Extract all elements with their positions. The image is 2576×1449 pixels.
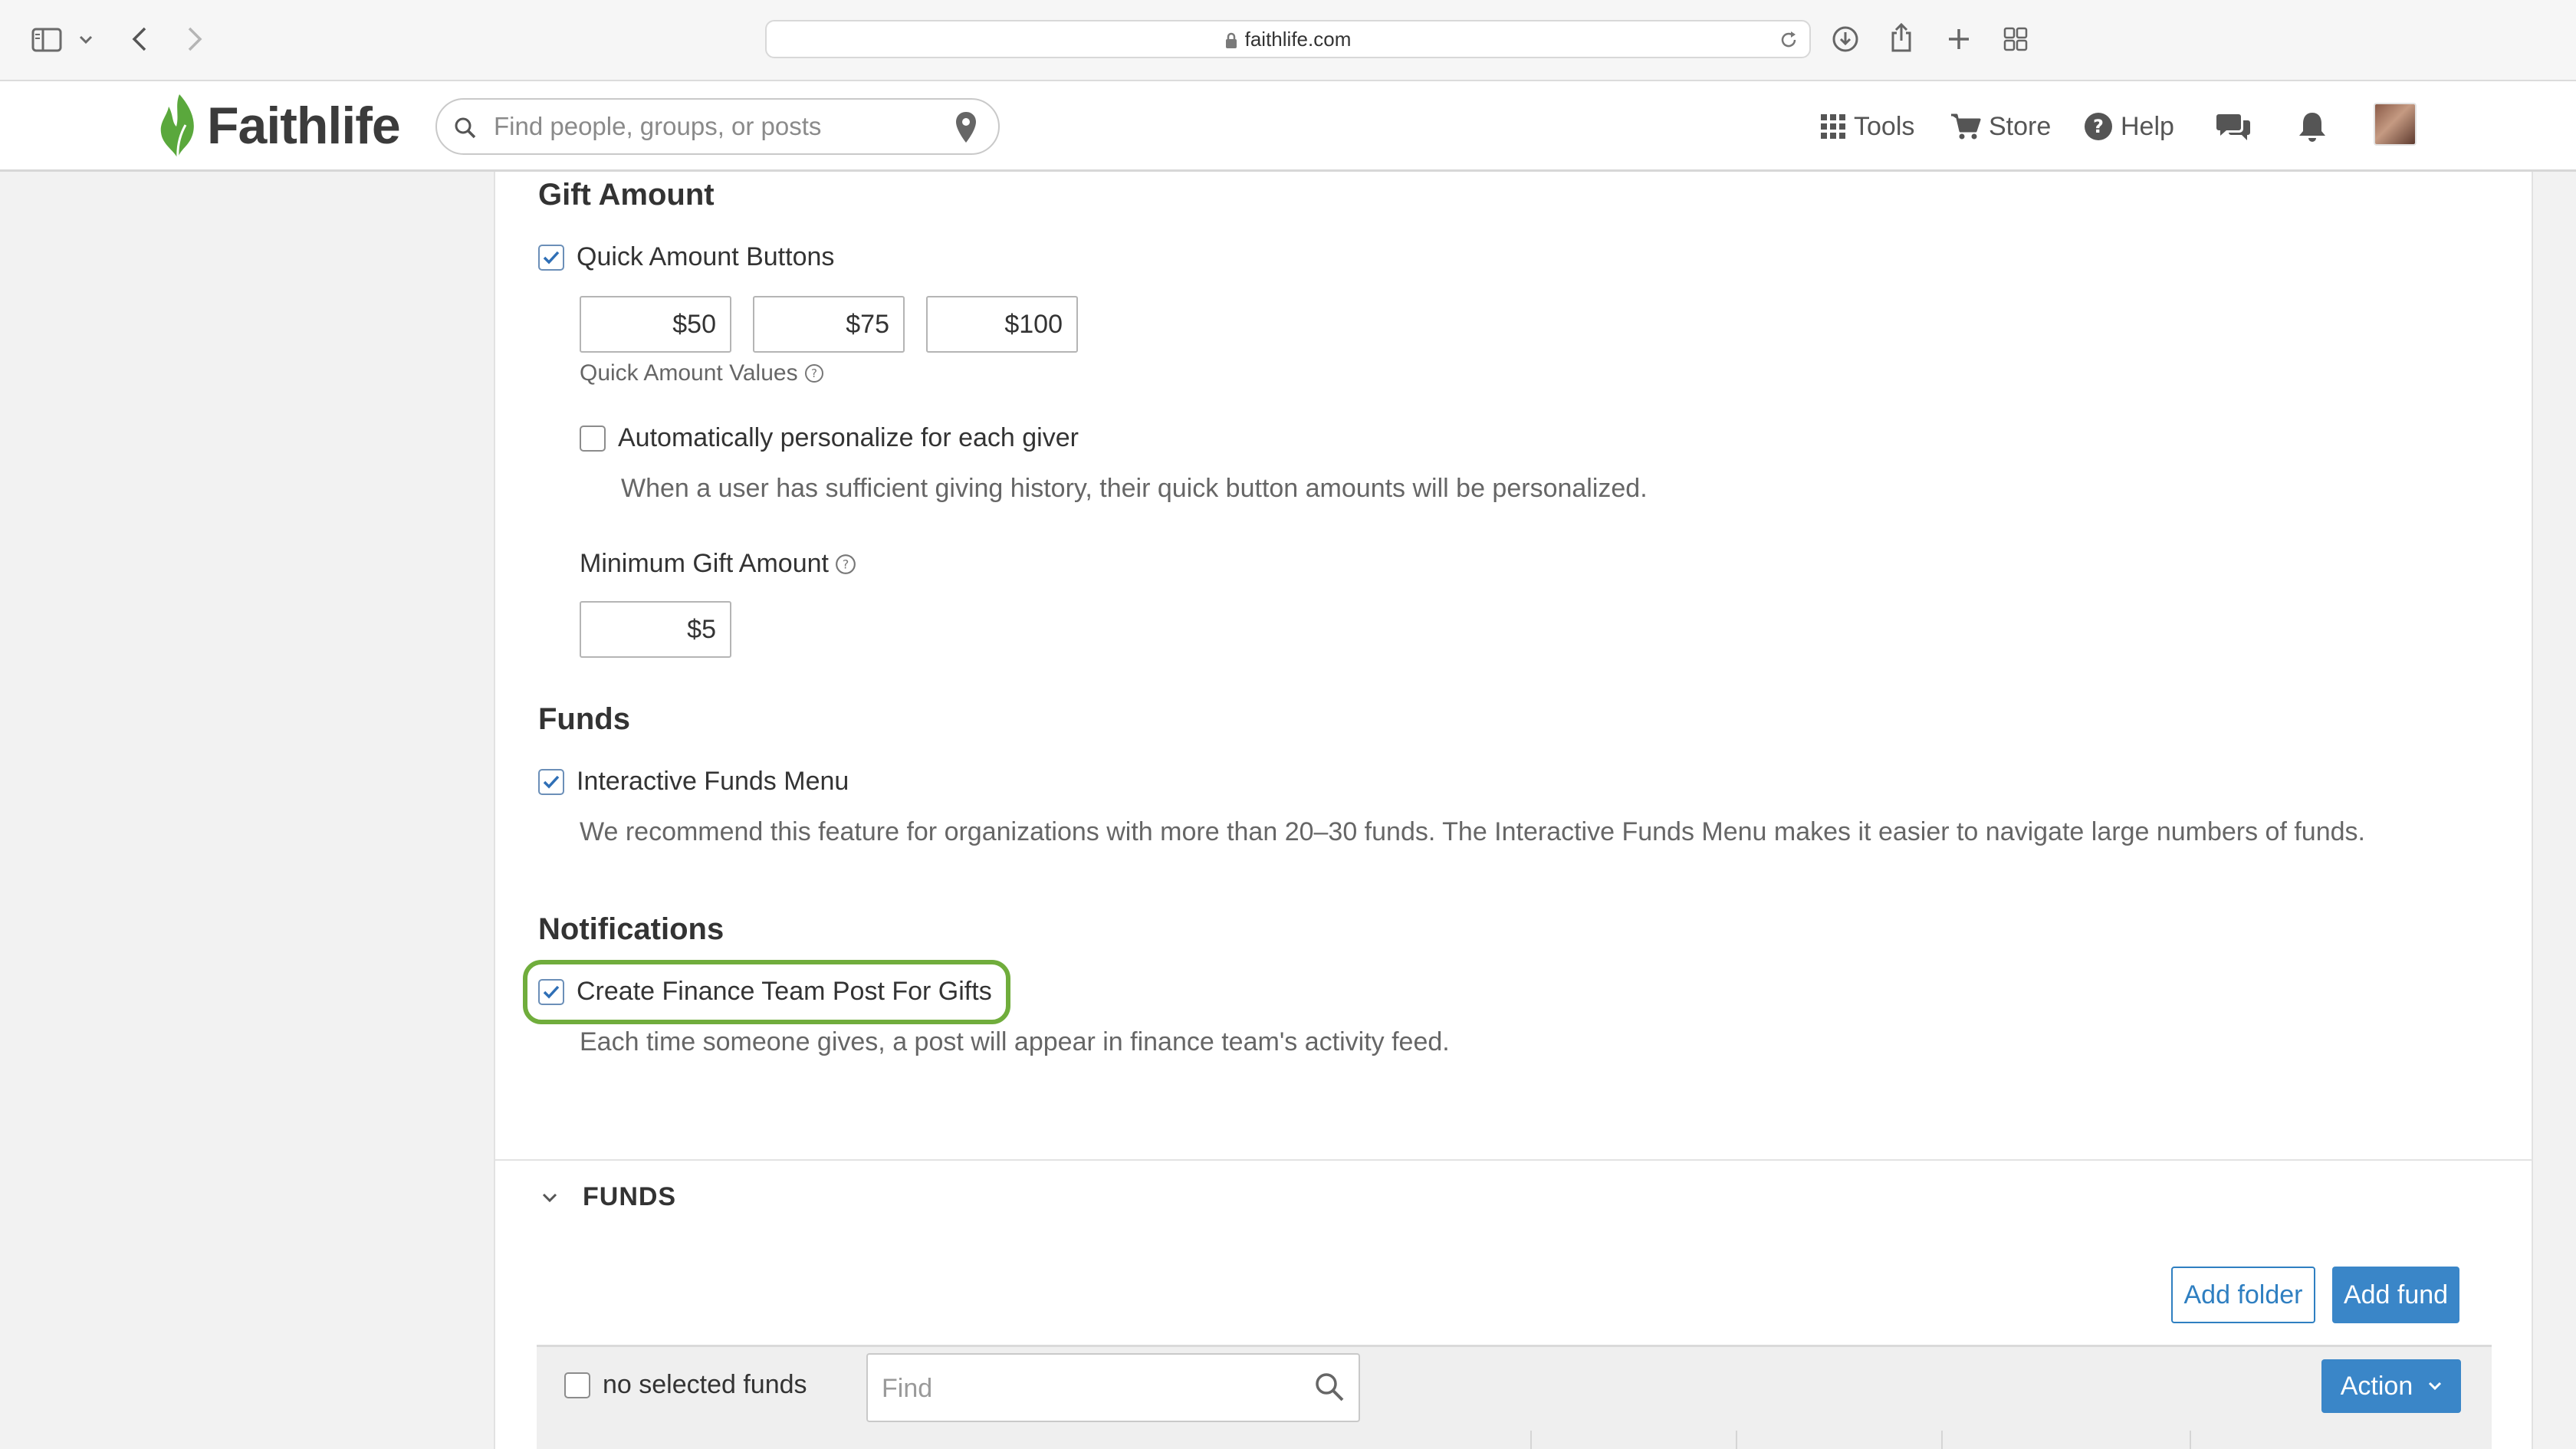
back-icon[interactable] bbox=[126, 23, 153, 55]
nav-help[interactable]: ? Help bbox=[2084, 81, 2174, 172]
interactive-funds-label: Interactive Funds Menu bbox=[577, 767, 849, 796]
tab-overview-icon[interactable] bbox=[1999, 23, 2032, 55]
funds-heading: Funds bbox=[538, 702, 630, 736]
chat-bubbles-icon bbox=[2216, 111, 2251, 142]
question-circle-icon[interactable]: ? bbox=[804, 363, 824, 383]
interactive-funds-option[interactable]: Interactive Funds Menu bbox=[538, 767, 849, 797]
quick-amount-input-3[interactable]: $100 bbox=[926, 296, 1078, 353]
notifications-button[interactable] bbox=[2297, 81, 2328, 172]
faithlife-logo[interactable]: Faithlife bbox=[156, 87, 401, 164]
finance-post-help: Each time someone gives, a post will app… bbox=[580, 1027, 1450, 1056]
quick-amount-input-2[interactable]: $75 bbox=[753, 296, 905, 353]
add-fund-button[interactable]: Add fund bbox=[2332, 1267, 2459, 1323]
search-icon bbox=[454, 117, 477, 140]
finance-post-checkbox[interactable] bbox=[538, 978, 564, 1005]
nav-tools[interactable]: Tools bbox=[1820, 81, 1914, 172]
forward-icon[interactable] bbox=[181, 23, 209, 55]
browser-toolbar: faithlife.com bbox=[0, 0, 2576, 81]
finance-post-option[interactable]: Create Finance Team Post For Gifts bbox=[538, 977, 992, 1007]
new-tab-icon[interactable] bbox=[1943, 23, 1975, 55]
giving-settings-panel: Gift Amount Quick Amount Buttons $50 $75… bbox=[494, 172, 2533, 1449]
funds-section-toggle[interactable]: FUNDS bbox=[541, 1182, 676, 1212]
chevron-down-icon[interactable] bbox=[75, 29, 97, 51]
nav-store-label: Store bbox=[1989, 111, 2052, 141]
auto-personalize-option[interactable]: Automatically personalize for each giver bbox=[580, 423, 1079, 453]
bell-icon bbox=[2297, 110, 2328, 143]
action-label: Action bbox=[2340, 1372, 2413, 1401]
quick-amount-buttons-option[interactable]: Quick Amount Buttons bbox=[538, 242, 834, 272]
funds-toolbar: no selected funds Action bbox=[537, 1345, 2492, 1449]
notifications-heading: Notifications bbox=[538, 912, 724, 946]
selection-status: no selected funds bbox=[603, 1370, 807, 1399]
chevron-down-icon bbox=[2428, 1382, 2442, 1391]
svg-text:?: ? bbox=[811, 366, 817, 380]
quick-amount-values-label: Quick Amount Values ? bbox=[580, 360, 824, 386]
add-folder-button[interactable]: Add folder bbox=[2171, 1267, 2315, 1323]
fund-find-box[interactable] bbox=[866, 1353, 1360, 1422]
site-header: Faithlife Tools Store ? Help bbox=[0, 81, 2576, 172]
gift-amount-heading: Gift Amount bbox=[538, 178, 715, 212]
nav-store[interactable]: Store bbox=[1950, 81, 2051, 172]
search-input[interactable] bbox=[494, 107, 923, 146]
svg-text:?: ? bbox=[843, 557, 849, 571]
reload-icon[interactable] bbox=[1777, 28, 1800, 51]
table-column-divider bbox=[1941, 1431, 1943, 1449]
grid-icon bbox=[1820, 113, 1846, 140]
fund-find-input[interactable] bbox=[882, 1368, 1296, 1408]
finance-post-label: Create Finance Team Post For Gifts bbox=[577, 977, 992, 1006]
logo-text: Faithlife bbox=[207, 97, 401, 155]
funds-section-title: FUNDS bbox=[583, 1182, 677, 1211]
cart-icon bbox=[1950, 113, 1981, 140]
table-column-divider bbox=[1736, 1431, 1737, 1449]
address-bar[interactable]: faithlife.com bbox=[765, 20, 1811, 58]
action-dropdown[interactable]: Action bbox=[2321, 1359, 2461, 1413]
quick-amount-input-1[interactable]: $50 bbox=[580, 296, 731, 353]
auto-personalize-help: When a user has sufficient giving histor… bbox=[621, 474, 1648, 503]
interactive-funds-checkbox[interactable] bbox=[538, 768, 564, 795]
nav-tools-label: Tools bbox=[1854, 111, 1915, 141]
auto-personalize-label: Automatically personalize for each giver bbox=[618, 423, 1079, 452]
chevron-down-icon bbox=[541, 1192, 558, 1203]
question-circle-icon[interactable]: ? bbox=[835, 554, 856, 575]
interactive-funds-help: We recommend this feature for organizati… bbox=[580, 817, 2365, 846]
select-all-checkbox[interactable] bbox=[564, 1372, 590, 1398]
table-column-divider bbox=[1530, 1431, 1532, 1449]
messages-button[interactable] bbox=[2216, 81, 2251, 172]
minimum-gift-label: Minimum Gift Amount ? bbox=[580, 549, 856, 579]
table-column-divider bbox=[2190, 1431, 2191, 1449]
minimum-gift-input[interactable]: $5 bbox=[580, 601, 731, 658]
svg-text:?: ? bbox=[2093, 116, 2104, 137]
quick-amount-checkbox[interactable] bbox=[538, 244, 564, 271]
quick-amount-label: Quick Amount Buttons bbox=[577, 242, 835, 271]
share-icon[interactable] bbox=[1886, 20, 1917, 55]
lock-icon bbox=[1225, 32, 1237, 49]
avatar[interactable] bbox=[2374, 103, 2417, 146]
search-icon[interactable] bbox=[1314, 1372, 1345, 1402]
auto-personalize-checkbox[interactable] bbox=[580, 425, 606, 452]
sidebar-toggle-icon[interactable] bbox=[29, 25, 64, 55]
section-divider bbox=[495, 1159, 2532, 1161]
global-search[interactable] bbox=[435, 98, 1000, 155]
url-text: faithlife.com bbox=[1244, 28, 1352, 51]
download-icon[interactable] bbox=[1829, 23, 1861, 55]
flame-leaf-icon bbox=[156, 93, 199, 159]
nav-help-label: Help bbox=[2121, 111, 2174, 141]
select-all-funds[interactable]: no selected funds bbox=[564, 1370, 807, 1400]
help-circle-icon: ? bbox=[2084, 112, 2113, 141]
location-pin-icon[interactable] bbox=[954, 110, 978, 144]
